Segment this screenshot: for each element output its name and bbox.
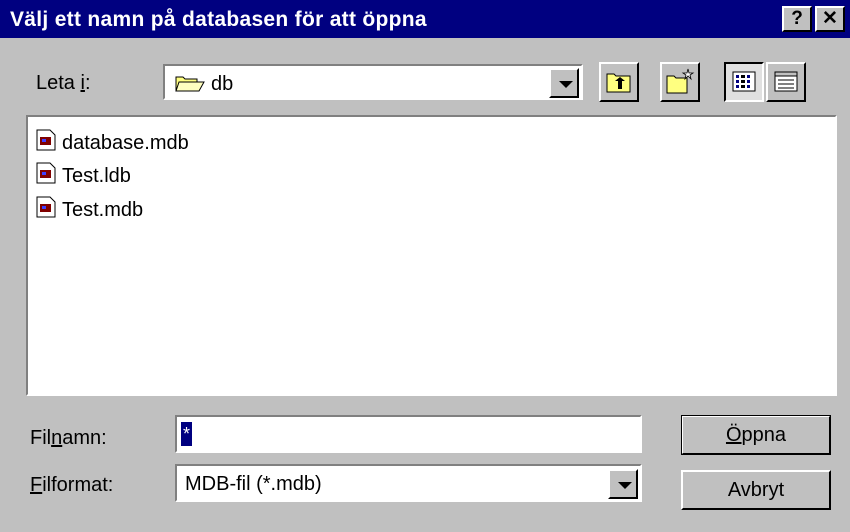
filetype-label: Filformat:: [30, 474, 114, 496]
lookin-label: Leta i:: [36, 72, 91, 94]
cancel-button[interactable]: Avbryt: [681, 470, 831, 510]
list-item[interactable]: Test.mdb: [36, 196, 143, 222]
window-title: Välj ett namn på databasen för att öppna: [10, 8, 427, 31]
access-database-file-icon: [36, 196, 56, 225]
list-view-icon: [726, 71, 762, 105]
filetype-value: MDB-fil (*.mdb): [185, 473, 322, 495]
filename-label: Filnamn:: [30, 427, 107, 449]
folder-icon: [175, 73, 205, 99]
new-folder-icon: [662, 68, 698, 105]
lookin-value: db: [211, 73, 234, 95]
up-one-level-icon: [601, 73, 637, 105]
list-item[interactable]: database.mdb: [36, 129, 189, 155]
help-button[interactable]: ?: [782, 6, 812, 32]
details-view-button[interactable]: [766, 62, 806, 102]
new-folder-button[interactable]: [660, 62, 700, 102]
filename-value: *: [181, 422, 193, 446]
filetype-dropdown[interactable]: MDB-fil (*.mdb): [175, 464, 642, 502]
up-one-level-button[interactable]: [599, 62, 639, 102]
access-database-file-icon: [36, 162, 56, 191]
lookin-dropdown[interactable]: db: [163, 64, 583, 100]
chevron-down-icon[interactable]: [549, 68, 579, 98]
access-database-file-icon: [36, 129, 56, 158]
open-button[interactable]: Öppna: [681, 415, 831, 455]
close-button[interactable]: ✕: [815, 6, 845, 32]
filename-input[interactable]: *: [175, 415, 642, 453]
details-view-icon: [768, 71, 804, 105]
title-bar[interactable]: Välj ett namn på databasen för att öppna…: [0, 0, 850, 38]
list-item[interactable]: Test.ldb: [36, 162, 131, 188]
list-view-button[interactable]: [724, 62, 764, 102]
chevron-down-icon[interactable]: [608, 469, 638, 499]
file-list[interactable]: database.mdb Test.ldb Test.mdb: [26, 115, 837, 396]
